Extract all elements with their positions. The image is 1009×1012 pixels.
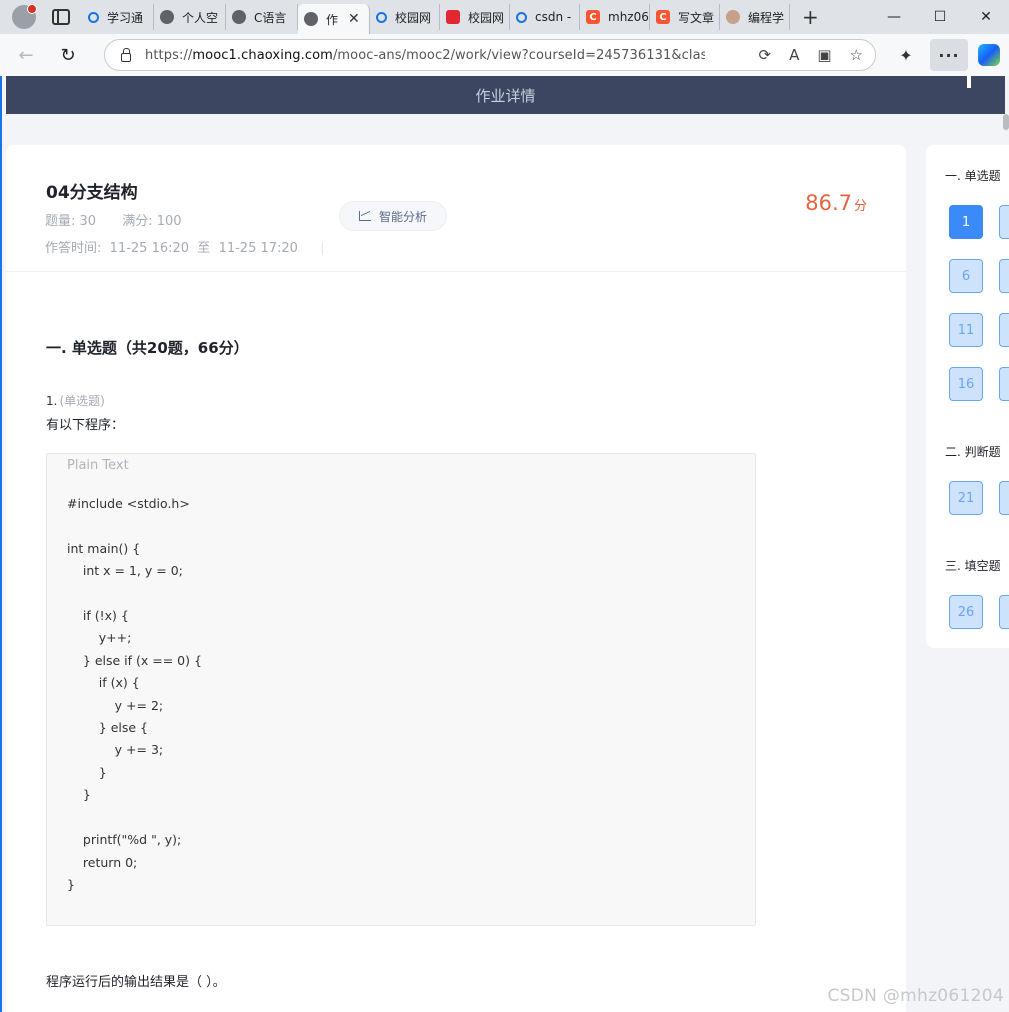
question-nav-26[interactable]: 26 bbox=[949, 595, 983, 629]
question-count: 题量: 30 bbox=[45, 214, 97, 229]
refresh-icon[interactable]: ↻ bbox=[52, 39, 84, 71]
read-aloud-icon[interactable]: A bbox=[789, 46, 799, 64]
cloud-icon bbox=[446, 10, 460, 24]
browser-tab-1[interactable]: 学习通 bbox=[82, 4, 154, 30]
back-icon[interactable]: ← bbox=[10, 39, 42, 71]
question-stem: 有以下程序： bbox=[46, 418, 125, 433]
close-window-icon[interactable]: ✕ bbox=[963, 0, 1009, 34]
search-icon bbox=[376, 11, 387, 23]
homework-title: 04分支结构 bbox=[46, 183, 138, 203]
browser-tab-9[interactable]: C 写文章 bbox=[650, 4, 720, 30]
csdn-watermark: CSDN @mhz061204 bbox=[827, 986, 1004, 1006]
globe-icon bbox=[232, 10, 246, 24]
code-content: #include <stdio.h> int main() { int x = … bbox=[67, 496, 202, 892]
browser-tab-3[interactable]: C语言 bbox=[226, 4, 298, 30]
reader-icon[interactable]: ⟳ bbox=[759, 46, 772, 64]
minimize-icon[interactable]: — bbox=[871, 0, 917, 34]
answer-sheet: 一. 单选题 1 6 11 16 二. 判断题 21 三. 填空题 26 bbox=[926, 145, 1009, 648]
browser-tab-10[interactable]: 编程学 bbox=[720, 4, 790, 30]
tab-label: 写文章 bbox=[678, 10, 715, 25]
question-nav-21[interactable]: 21 bbox=[949, 481, 983, 515]
time-end: 11-25 17:20 bbox=[218, 241, 298, 256]
tab-label: 编程学 bbox=[748, 10, 785, 25]
tab-actions-icon[interactable] bbox=[52, 9, 70, 25]
time-start: 11-25 16:20 bbox=[109, 241, 190, 256]
chart-icon bbox=[358, 211, 371, 221]
page-title: 作业详情 bbox=[475, 86, 536, 105]
ai-analysis-button[interactable]: 智能分析 bbox=[339, 201, 447, 231]
question-nav-partial[interactable] bbox=[999, 481, 1009, 515]
score-value: 86.7 bbox=[805, 191, 852, 215]
sheet-group-title: 一. 单选题 bbox=[945, 169, 1001, 183]
browser-tab-strip: 学习通 个人空 C语言 作 ✕ 校园网 校园网 csdn - C mhz06 C… bbox=[0, 0, 1009, 34]
question-nav-11[interactable]: 11 bbox=[949, 313, 983, 347]
question-nav-partial[interactable] bbox=[999, 313, 1009, 347]
score-display: 86.7 分 bbox=[805, 191, 867, 215]
profile-avatar[interactable] bbox=[12, 4, 37, 29]
favorite-star-icon[interactable]: ☆ bbox=[850, 46, 863, 64]
csdn-icon: C bbox=[656, 10, 670, 24]
tab-label: 校园网 bbox=[468, 10, 505, 25]
mouse-cursor bbox=[967, 76, 971, 88]
code-block: Plain Text #include <stdio.h> int main()… bbox=[46, 453, 756, 926]
tab-label: C语言 bbox=[254, 10, 287, 25]
tab-label: csdn - bbox=[535, 10, 572, 24]
lock-icon[interactable] bbox=[121, 47, 131, 62]
close-icon[interactable]: ✕ bbox=[348, 11, 360, 27]
tab-label: 作 bbox=[326, 12, 339, 27]
homework-meta: 题量: 30 满分: 100 bbox=[45, 210, 204, 229]
url-text[interactable]: https://mooc1.chaoxing.com/mooc-ans/mooc… bbox=[145, 48, 705, 63]
browser-tab-5[interactable]: 校园网 bbox=[370, 4, 440, 30]
question-prompt: 程序运行后的输出结果是（ ）。 bbox=[46, 975, 226, 990]
window-edge bbox=[0, 76, 2, 1012]
scrollbar-thumb[interactable] bbox=[1003, 114, 1009, 130]
code-language-label: Plain Text bbox=[67, 458, 129, 473]
extensions-icon[interactable]: ✦ bbox=[890, 39, 922, 71]
question-type: (单选题) bbox=[59, 394, 105, 408]
browser-tab-7[interactable]: csdn - bbox=[510, 4, 580, 30]
answer-time: 作答时间: 11-25 16:20 至 11-25 17:20 bbox=[45, 237, 324, 256]
search-icon bbox=[88, 11, 99, 23]
full-score: 满分: 100 bbox=[122, 214, 182, 229]
avatar-icon bbox=[726, 10, 740, 24]
csdn-icon: C bbox=[586, 10, 600, 24]
browser-tab-active[interactable]: 作 ✕ bbox=[298, 4, 370, 34]
page-header: 作业详情 bbox=[6, 76, 1005, 114]
search-icon bbox=[516, 11, 527, 23]
section-title: 一. 单选题（共20题，66分） bbox=[46, 339, 249, 357]
tab-label: 校园网 bbox=[395, 10, 432, 25]
address-bar[interactable]: https://mooc1.chaoxing.com/mooc-ans/mooc… bbox=[104, 39, 876, 71]
question-nav-6[interactable]: 6 bbox=[949, 259, 983, 293]
question-nav-partial[interactable] bbox=[999, 205, 1009, 239]
copilot-icon[interactable] bbox=[978, 44, 1000, 66]
question-nav-16[interactable]: 16 bbox=[949, 367, 983, 401]
homework-header: 04分支结构 题量: 30 满分: 100 作答时间: 11-25 16:20 … bbox=[6, 145, 906, 272]
browser-tab-6[interactable]: 校园网 bbox=[440, 4, 510, 30]
browser-toolbar: ← ↻ https://mooc1.chaoxing.com/mooc-ans/… bbox=[0, 34, 1009, 76]
window-controls: — ☐ ✕ bbox=[871, 0, 1009, 34]
question-nav-1[interactable]: 1 bbox=[949, 205, 983, 239]
question-nav-partial[interactable] bbox=[999, 367, 1009, 401]
new-tab-button[interactable]: + bbox=[802, 5, 819, 29]
sheet-group-title: 三. 填空题 bbox=[945, 559, 1001, 573]
tab-label: 学习通 bbox=[107, 10, 144, 25]
tab-label: 个人空 bbox=[182, 10, 219, 25]
question-number: 1. (单选题) bbox=[46, 394, 105, 408]
tab-label: mhz06 bbox=[608, 10, 649, 24]
browser-tab-8[interactable]: C mhz06 bbox=[580, 4, 650, 30]
browser-tab-2[interactable]: 个人空 bbox=[154, 4, 226, 30]
maximize-icon[interactable]: ☐ bbox=[917, 0, 963, 34]
question-nav-partial[interactable] bbox=[999, 259, 1009, 293]
homework-card: 04分支结构 题量: 30 满分: 100 作答时间: 11-25 16:20 … bbox=[6, 145, 906, 1012]
immersive-reader-icon[interactable]: ▣ bbox=[817, 46, 831, 64]
globe-icon bbox=[304, 12, 318, 26]
globe-icon bbox=[160, 10, 174, 24]
sheet-group-title: 二. 判断题 bbox=[945, 445, 1001, 459]
more-options-icon[interactable]: ··· bbox=[930, 39, 968, 71]
question-nav-partial[interactable] bbox=[999, 595, 1009, 629]
